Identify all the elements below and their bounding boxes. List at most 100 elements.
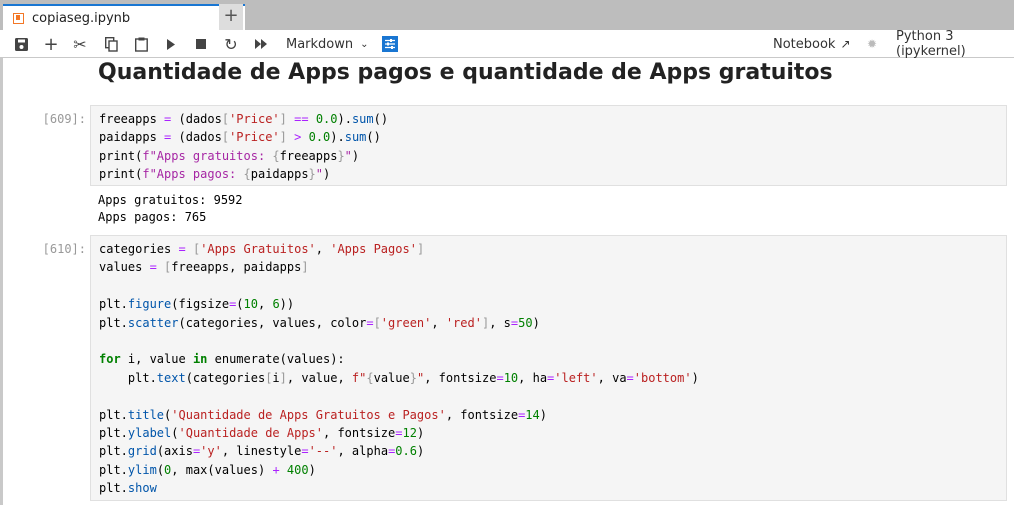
code-token: 'green': [380, 315, 432, 330]
code-token: 10: [503, 370, 519, 385]
code-token: i: [272, 370, 280, 385]
restart-button[interactable]: ↻: [222, 34, 240, 54]
code-token: 0.0: [315, 112, 338, 126]
code-token: paidapps: [250, 167, 309, 182]
cut-button[interactable]: ✂: [71, 34, 89, 54]
property-inspector-button[interactable]: [381, 34, 399, 54]
code-editor[interactable]: freeapps = (dados['Price'] == 0.0).sum()…: [99, 110, 998, 184]
code-token: 'Apps Gratuitos': [200, 242, 316, 256]
code-token: freeapps: [279, 148, 338, 163]
code-cell[interactable]: freeapps = (dados['Price'] == 0.0).sum()…: [90, 105, 1007, 186]
code-token: , value,: [286, 370, 352, 385]
code-token: , alpha: [337, 444, 389, 459]
code-token: 'red': [445, 315, 482, 330]
code-token: 400: [286, 462, 309, 477]
tab-notebook[interactable]: copiaseg.ipynb ×: [3, 4, 245, 30]
code-token: 'Price': [229, 130, 280, 145]
code-editor[interactable]: categories = ['Apps Gratuitos', 'Apps Pa…: [99, 240, 998, 498]
cell-type-value: Markdown: [286, 36, 354, 52]
run-button[interactable]: [163, 34, 179, 54]
code-token: (): [366, 130, 381, 145]
save-button[interactable]: [12, 34, 30, 54]
code-token: show: [127, 481, 157, 496]
copy-button[interactable]: [102, 34, 120, 54]
cell-type-select[interactable]: Markdown ⌄: [286, 34, 369, 54]
code-token: [: [373, 315, 381, 330]
code-line: freeapps = (dados['Price'] == 0.0).sum(): [99, 110, 998, 128]
code-token: ,: [431, 315, 446, 330]
code-token: freeapps, paidapps: [171, 260, 302, 275]
code-cell[interactable]: categories = ['Apps Gratuitos', 'Apps Pa…: [90, 235, 1007, 501]
code-line: categories = ['Apps Gratuitos', 'Apps Pa…: [99, 240, 998, 258]
output-line: Apps gratuitos: 9592: [98, 193, 243, 207]
notebook-icon: [13, 12, 24, 24]
code-token: {: [272, 148, 280, 163]
code-token: +: [272, 462, 280, 477]
external-link-icon: ↗: [840, 37, 851, 51]
code-token: values: [99, 260, 150, 275]
markdown-heading: Quantidade de Apps pagos e quantidade de…: [98, 60, 833, 85]
code-token: ]: [279, 112, 287, 126]
code-token: ): [351, 148, 360, 163]
code-token: =: [149, 260, 157, 275]
paste-button[interactable]: [132, 34, 150, 54]
code-token: 'Quantidade de Apps': [178, 426, 324, 441]
code-token: (figsize: [171, 297, 230, 312]
insert-cell-button[interactable]: +: [42, 33, 60, 55]
code-token: ,: [257, 297, 273, 312]
code-token: ]: [279, 130, 287, 145]
code-token: }: [337, 148, 345, 163]
code-token: ]: [301, 260, 309, 275]
code-line: print(f"Apps pagos: {paidapps}"): [99, 165, 998, 183]
code-token: {: [243, 167, 251, 182]
code-token: ylim: [127, 462, 157, 477]
open-notebook-link[interactable]: Notebook ↗: [773, 34, 851, 54]
chevron-down-icon: ⌄: [360, 38, 369, 50]
code-token: ]: [279, 370, 287, 385]
code-token: , fontsize: [424, 370, 497, 385]
code-token: 0.6: [395, 444, 417, 459]
code-token: 0.0: [308, 130, 331, 145]
code-token: ylabel: [127, 426, 172, 441]
code-token: , linestyle: [221, 444, 302, 459]
code-token: categories: [99, 242, 179, 256]
notebook-toolbar: + ✂ ↻ Markdown ⌄ Notebook ↗ ✹ Python 3 (ip…: [0, 29, 1014, 59]
code-token: }: [308, 167, 316, 182]
code-token: , fontsize: [445, 407, 519, 422]
plus-icon: +: [43, 33, 59, 55]
cell-output: Apps gratuitos: 9592 Apps pagos: 765: [98, 192, 243, 225]
code-line: plt.ylim(0, max(values) + 400): [99, 461, 998, 479]
code-token: }: [409, 370, 417, 385]
code-token: (categories, values, color: [178, 315, 367, 330]
code-token: (: [171, 426, 179, 441]
code-token: (): [373, 112, 389, 126]
add-tab-button[interactable]: +: [219, 4, 243, 30]
kernel-name-button[interactable]: Python 3 (ipykernel): [896, 29, 1014, 59]
code-token: plt.: [99, 481, 128, 496]
code-token: 'bottom': [633, 370, 692, 385]
restart-icon: ↻: [224, 34, 238, 54]
code-token: 'y': [200, 444, 222, 459]
code-token: 'Quantidade de Apps Gratuitos e Pagos': [171, 407, 446, 422]
code-token: plt.: [99, 297, 128, 312]
code-token: ): [539, 407, 547, 422]
debugger-button[interactable]: ✹: [865, 34, 879, 54]
code-token: ==: [294, 112, 309, 126]
code-line: plt.title('Quantidade de Apps Gratuitos …: [99, 406, 998, 424]
code-token: (: [236, 297, 244, 312]
code-token: (dados: [171, 112, 222, 126]
interrupt-button[interactable]: [193, 34, 209, 54]
code-token: =: [301, 444, 309, 459]
code-line: plt.grid(axis='y', linestyle='--', alpha…: [99, 442, 998, 460]
code-line: print(f"Apps gratuitos: {freeapps}"): [99, 147, 998, 165]
fast-forward-icon: [254, 39, 267, 49]
output-line: Apps pagos: 765: [98, 209, 207, 224]
tab-bar: copiaseg.ipynb × +: [0, 0, 1014, 30]
restart-run-all-button[interactable]: [252, 34, 270, 54]
